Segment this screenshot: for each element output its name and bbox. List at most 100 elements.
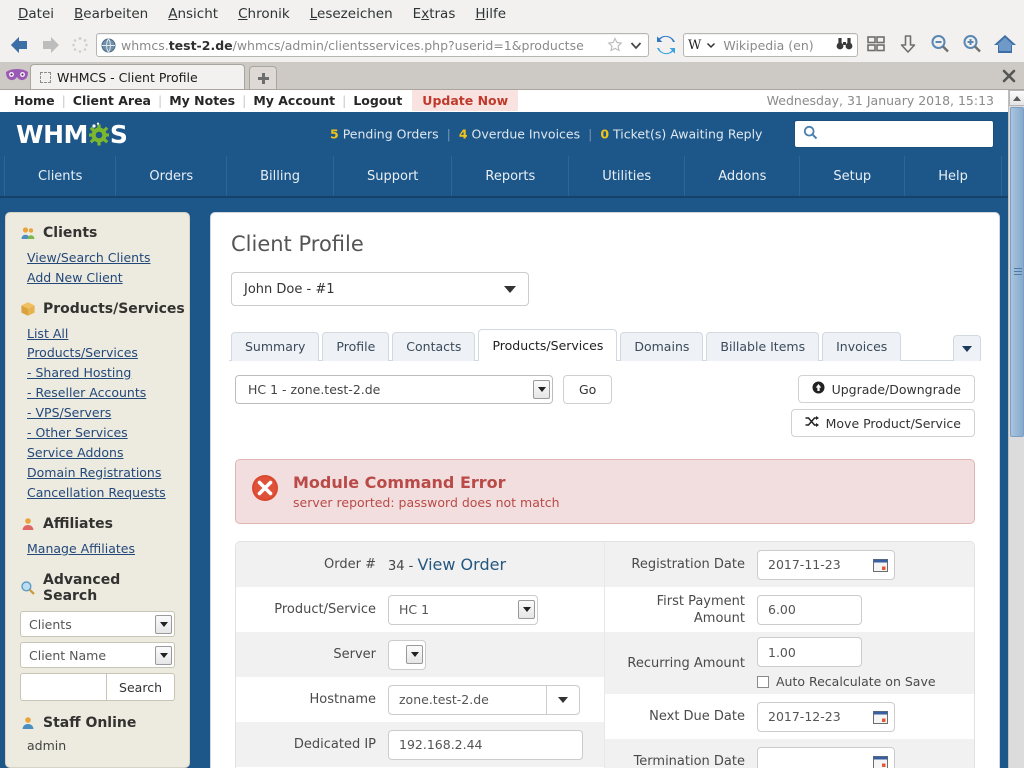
tabs-overflow-button[interactable] xyxy=(953,335,981,361)
nav-clients[interactable]: Clients xyxy=(4,156,117,196)
nav-orders[interactable]: Orders xyxy=(116,156,228,196)
select-value: Clients xyxy=(29,616,72,632)
tab-billable-items[interactable]: Billable Items xyxy=(706,332,820,361)
nav-utilities[interactable]: Utilities xyxy=(569,156,686,196)
hostname-input[interactable]: zone.test-2.de xyxy=(388,684,546,715)
whmcs-logo[interactable]: WHM S xyxy=(16,120,128,149)
top-link-client-area[interactable]: Client Area xyxy=(73,93,151,108)
tab-profile[interactable]: Profile xyxy=(322,332,390,361)
menu-extras[interactable]: Extras xyxy=(403,3,466,25)
zoom-out-icon[interactable] xyxy=(928,32,954,58)
sidebar-link-reseller-accounts[interactable]: - Reseller Accounts xyxy=(27,383,175,402)
binoculars-icon[interactable] xyxy=(836,36,853,55)
reload-icon[interactable] xyxy=(655,34,677,56)
star-icon[interactable] xyxy=(607,37,623,53)
nav-support[interactable]: Support xyxy=(334,156,453,196)
sidebar-link-service-addons[interactable]: Service Addons xyxy=(27,443,175,462)
tab-domains[interactable]: Domains xyxy=(620,332,704,361)
menu-hilfe[interactable]: Hilfe xyxy=(465,3,516,25)
close-icon[interactable] xyxy=(1000,67,1018,85)
first-payment-amount-input[interactable]: 6.00 xyxy=(757,594,862,625)
sidebar-section-advanced-search: Advanced Search xyxy=(20,572,175,604)
download-arrow-icon[interactable] xyxy=(896,32,922,58)
nav-setup[interactable]: Setup xyxy=(800,156,906,196)
pending-orders-label[interactable]: Pending Orders xyxy=(343,127,439,142)
advanced-search-button[interactable]: Search xyxy=(106,673,175,701)
advanced-search-field-select[interactable]: Client Name xyxy=(20,642,175,668)
overdue-invoices-label[interactable]: Overdue Invoices xyxy=(472,127,581,142)
tab-summary[interactable]: Summary xyxy=(231,332,320,361)
next-due-date-input[interactable]: 2017-12-23 xyxy=(757,701,895,732)
nav-help[interactable]: Help xyxy=(905,156,1002,196)
product-select[interactable]: HC 1 - zone.test-2.de xyxy=(235,375,553,404)
update-now-link[interactable]: Update Now xyxy=(412,90,519,111)
home-icon[interactable] xyxy=(992,32,1018,58)
recurring-amount-input[interactable]: 1.00 xyxy=(757,637,862,667)
sidebar-link-domain-registrations[interactable]: Domain Registrations xyxy=(27,463,175,482)
nav-reports[interactable]: Reports xyxy=(452,156,570,196)
menu-chronik[interactable]: Chronik xyxy=(228,3,300,25)
upgrade-downgrade-button[interactable]: Upgrade/Downgrade xyxy=(797,375,975,403)
back-arrow-icon[interactable] xyxy=(6,32,32,58)
tickets-label[interactable]: Ticket(s) Awaiting Reply xyxy=(613,127,762,142)
nav-billing[interactable]: Billing xyxy=(227,156,334,196)
dedicated-ip-input[interactable]: 192.168.2.44 xyxy=(388,729,583,760)
apps-grid-icon[interactable] xyxy=(864,32,890,58)
overdue-invoices-count: 4 xyxy=(458,126,468,142)
product-service-select[interactable]: HC 1 xyxy=(388,594,538,625)
sidebar-link-vps-servers[interactable]: - VPS/Servers xyxy=(27,403,175,422)
search-bar[interactable]: W Wikipedia (en) xyxy=(683,33,858,57)
tab-invoices[interactable]: Invoices xyxy=(822,332,902,361)
package-icon xyxy=(20,301,36,317)
top-link-my-notes[interactable]: My Notes xyxy=(169,93,235,108)
advanced-search-input[interactable] xyxy=(20,673,107,701)
server-select[interactable] xyxy=(388,639,426,670)
hostname-dropdown-button[interactable] xyxy=(546,684,580,715)
view-order-link[interactable]: View Order xyxy=(418,555,507,574)
top-link-home[interactable]: Home xyxy=(14,93,55,108)
search-input[interactable]: Wikipedia (en) xyxy=(721,38,832,53)
button-label: Upgrade/Downgrade xyxy=(831,381,961,397)
chevron-down-icon[interactable] xyxy=(705,36,717,55)
new-tab-button[interactable] xyxy=(249,66,277,89)
address-bar[interactable]: whmcs.test-2.de/whmcs/admin/clientsservi… xyxy=(96,33,649,57)
sidebar-links-clients: View/Search Clients Add New Client xyxy=(20,248,175,287)
sidebar-link-shared-hosting[interactable]: - Shared Hosting xyxy=(27,363,175,382)
field-label: First Payment Amount xyxy=(656,593,745,626)
auto-recalculate-checkbox[interactable] xyxy=(757,675,769,688)
scroll-up-button[interactable] xyxy=(1009,90,1024,106)
tab-products-services[interactable]: Products/Services xyxy=(478,329,618,361)
top-link-logout[interactable]: Logout xyxy=(353,93,402,108)
calendar-icon[interactable] xyxy=(873,558,888,572)
top-link-my-account[interactable]: My Account xyxy=(253,93,335,108)
menu-bearbeiten[interactable]: Bearbeiten xyxy=(64,3,158,25)
sidebar-link-view-search-clients[interactable]: View/Search Clients xyxy=(27,248,175,267)
field-row-hostname: Hostname zone.test-2.de xyxy=(236,677,604,722)
sidebar-link-add-new-client[interactable]: Add New Client xyxy=(27,268,175,287)
sidebar-link-list-all-products[interactable]: List All Products/Services xyxy=(27,324,175,362)
calendar-icon[interactable] xyxy=(873,755,888,768)
advanced-search-type-select[interactable]: Clients xyxy=(20,611,175,637)
sidebar-link-other-services[interactable]: - Other Services xyxy=(27,423,175,442)
sidebar-link-manage-affiliates[interactable]: Manage Affiliates xyxy=(27,539,175,558)
sidebar-link-cancellation-requests[interactable]: Cancellation Requests xyxy=(27,483,175,502)
menu-lesezeichen[interactable]: Lesezeichen xyxy=(300,3,403,25)
client-selector[interactable]: John Doe - #1 xyxy=(231,272,529,306)
calendar-icon[interactable] xyxy=(873,710,888,724)
scrollbar-thumb[interactable] xyxy=(1010,107,1024,437)
move-product-service-button[interactable]: Move Product/Service xyxy=(790,409,975,437)
menu-datei[interactable]: Datei xyxy=(8,3,64,25)
registration-date-input[interactable]: 2017-11-23 xyxy=(757,549,895,580)
button-label: Move Product/Service xyxy=(825,415,961,431)
tab-contacts[interactable]: Contacts xyxy=(392,332,476,361)
chevron-down-icon[interactable] xyxy=(628,37,644,53)
menu-ansicht[interactable]: Ansicht xyxy=(158,3,228,25)
termination-date-input[interactable] xyxy=(757,746,895,768)
zoom-in-icon[interactable] xyxy=(960,32,986,58)
header-search-input[interactable] xyxy=(794,120,994,148)
nav-addons[interactable]: Addons xyxy=(685,156,801,196)
go-button[interactable]: Go xyxy=(563,375,613,404)
page-scrollbar[interactable] xyxy=(1008,90,1024,768)
date-value: 2017-12-23 xyxy=(768,709,841,724)
browser-tab[interactable]: WHMCS - Client Profile xyxy=(30,64,245,89)
